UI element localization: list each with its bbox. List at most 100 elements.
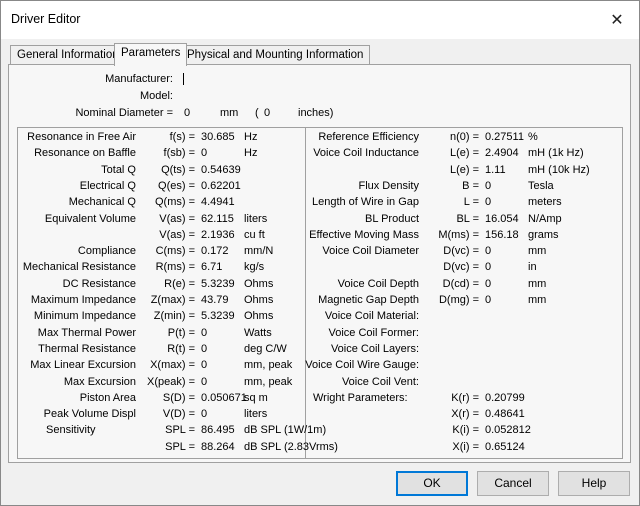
param-name: Magnetic Gap Depth [318,294,419,306]
param-name: Mechanical Resistance [22,261,136,274]
param-value[interactable]: 0.172 [201,245,229,258]
param-value[interactable]: 0 [485,294,491,307]
param-symbol: L = [463,196,479,209]
manufacturer-field[interactable] [183,73,184,85]
param-value[interactable]: 0 [485,180,491,193]
param-symbol: D(mg) = [438,294,479,306]
param-value[interactable]: 0 [201,408,207,421]
param-name: Mechanical Q [68,196,136,209]
param-symbol: Q(es) = [158,179,195,192]
param-unit: N/Amp [528,212,562,225]
param-unit: in [528,261,537,274]
wright-parameters-label: Wright Parameters: [313,391,408,404]
param-symbol: X(max) = [150,359,195,372]
wright-value[interactable]: 0.65124 [485,441,525,454]
spl-value[interactable]: 88.264 [201,441,235,454]
param-name: Equivalent Volume [44,212,136,225]
param-symbol: M(ms) = [438,228,479,241]
manufacturer-label: Manufacturer: [105,73,173,85]
param-value[interactable]: 0 [485,261,491,274]
param-value[interactable]: 0.54639 [201,164,241,177]
param-value[interactable]: 0.050671 [201,392,247,405]
param-symbol: V(D) = [162,408,195,421]
param-symbol: Q(ts) = [161,163,195,176]
nominal-diameter-in[interactable]: 0 [264,107,270,120]
window-title: Driver Editor [11,12,81,26]
tab-general-information[interactable]: General Information [10,45,126,65]
param-name: Voice Coil Inductance [313,147,419,160]
sensitivity-label: Sensitivity [46,424,96,437]
driver-editor-window: Driver Editor ✕ General Information Para… [0,0,640,506]
param-value[interactable]: 0 [485,196,491,209]
param-unit: mm/N [244,245,274,258]
param-unit: mm [528,277,547,290]
param-value[interactable]: 30.685 [201,131,235,144]
spl-unit: dB SPL (1W/1m) [244,424,327,437]
param-name: Resonance on Baffle [34,147,136,160]
param-name: DC Resistance [62,277,136,290]
param-name: Voice Coil Depth [337,277,419,290]
tab-physical-mounting[interactable]: Physical and Mounting Information [180,45,371,65]
param-value[interactable]: 1.11 [485,164,506,177]
param-value[interactable]: 0 [201,327,207,340]
param-value[interactable]: 0 [201,147,207,160]
param-value[interactable]: 0 [201,376,207,389]
wright-symbol: X(i) = [452,440,479,453]
param-unit: deg C/W [244,342,287,355]
param-value[interactable]: 0 [485,245,491,258]
param-unit: liters [244,212,268,225]
param-value[interactable]: 4.4941 [201,196,235,209]
param-unit: Hz [244,131,258,143]
param-name: Length of Wire in Gap [311,196,419,209]
param-symbol: B = [462,179,479,192]
param-value[interactable]: 156.18 [485,229,519,242]
unit-in-label: inches) [298,107,334,119]
param-value[interactable]: 0 [485,278,491,291]
param-symbol: Z(min) = [153,310,195,323]
param-symbol: L(e) = [449,163,479,176]
param-value[interactable]: 62.115 [201,213,234,226]
param-unit: mm [528,245,547,258]
param-symbol: f(s) = [169,131,195,143]
model-label: Model: [139,90,173,102]
param-value[interactable]: 5.3239 [201,278,235,291]
param-name: Compliance [77,245,136,258]
param-name: BL Product [364,212,419,225]
param-name: Electrical Q [79,179,136,192]
param-value[interactable]: 0.62201 [201,180,241,193]
param-unit: Hz [244,147,258,160]
param-value[interactable]: 2.1936 [201,229,235,242]
spl-value[interactable]: 86.495 [201,424,235,437]
param-symbol: BL = [456,212,479,225]
param-unit: grams [528,228,559,241]
spl-symbol: SPL = [165,424,195,437]
param-value[interactable]: 6.71 [201,261,222,274]
param-value[interactable]: 0 [201,343,207,356]
param-value[interactable]: 0.27511 [485,131,524,144]
param-value[interactable]: 2.4904 [485,147,519,160]
param-name: Voice Coil Diameter [322,245,419,258]
param-symbol: R(e) = [164,277,195,290]
param-name: Peak Volume Displ [43,408,136,421]
wright-value[interactable]: 0.052812 [485,424,531,437]
param-unit: sq m [244,391,268,404]
param-value[interactable]: 43.79 [201,294,229,307]
param-symbol: f(sb) = [163,147,195,160]
param-value[interactable]: 16.054 [485,213,519,226]
wright-value[interactable]: 0.20799 [485,392,525,405]
wright-value[interactable]: 0.48641 [485,408,525,421]
param-unit: % [528,131,538,143]
help-button[interactable]: Help [558,471,630,496]
param-name: Max Thermal Power [37,326,136,339]
param-name: Voice Coil Wire Gauge: [305,359,419,372]
param-name: Maximum Impedance [30,294,136,306]
cancel-button[interactable]: Cancel [477,471,549,496]
nominal-diameter-mm[interactable]: 0 [184,107,190,120]
param-value[interactable]: 0 [201,359,207,372]
close-icon[interactable]: ✕ [595,1,639,39]
ok-button[interactable]: OK [396,471,468,496]
param-value[interactable]: 5.3239 [201,310,235,323]
param-unit: Tesla [528,179,554,192]
param-symbol: P(t) = [167,326,195,339]
tab-parameters[interactable]: Parameters [114,43,188,66]
